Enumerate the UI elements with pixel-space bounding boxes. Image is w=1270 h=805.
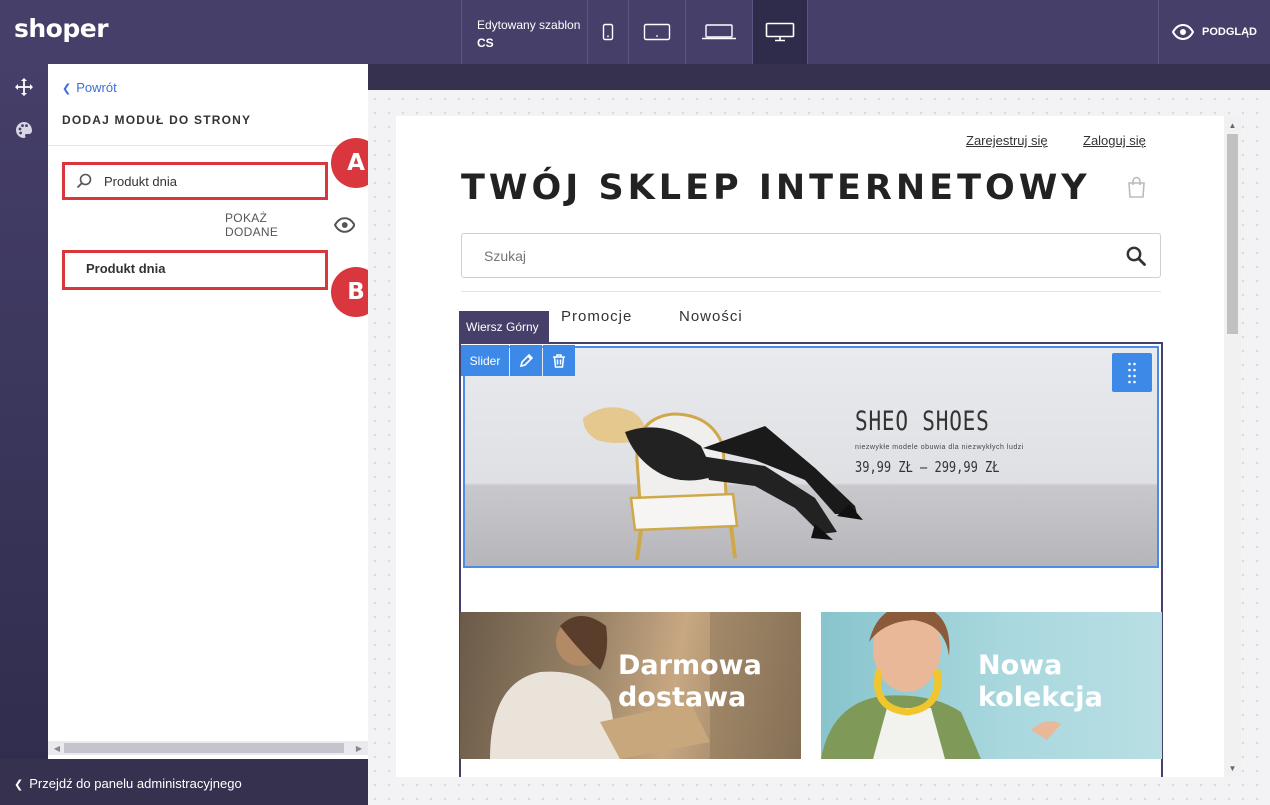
chevron-left-icon: ❮ <box>62 83 72 95</box>
banner-line-2: dostawa <box>618 682 747 713</box>
store-title: TWÓJ SKLEP INTERNETOWY <box>461 168 1091 208</box>
show-added-label: POKAŻ DODANE <box>225 211 279 239</box>
appearance-button[interactable] <box>12 118 36 142</box>
scroll-right-arrow-icon[interactable]: ▶ <box>352 741 366 755</box>
store-search-box[interactable] <box>461 233 1161 278</box>
banner-line-1: Darmowa <box>618 650 762 681</box>
shopping-bag-icon <box>1128 176 1145 198</box>
template-label: Edytowany szablon <box>477 18 581 32</box>
panel-divider <box>48 145 368 146</box>
template-name: CS <box>477 36 494 50</box>
slide-subheading: niezwykłe modele obuwia dla niezwykłych … <box>855 444 1024 451</box>
banner-new-collection[interactable]: Nowa kolekcja <box>821 612 1162 759</box>
back-label: Powrót <box>76 80 117 95</box>
goto-admin-panel-link[interactable]: ❮ Przejdź do panelu administracyjnego <box>0 759 368 805</box>
slider-module-label[interactable]: Slider <box>461 345 509 376</box>
back-link[interactable]: ❮ Powrót <box>62 80 117 95</box>
panel-title: DODAJ MODUŁ DO STRONY <box>62 113 252 127</box>
move-icon <box>15 78 33 96</box>
store-search-input[interactable] <box>484 247 1084 264</box>
scroll-left-arrow-icon[interactable]: ◀ <box>50 741 64 755</box>
pencil-icon <box>519 353 534 367</box>
search-icon <box>76 173 92 189</box>
device-mobile-button[interactable] <box>587 0 628 64</box>
device-desktop-button[interactable] <box>752 0 808 64</box>
preview-button[interactable]: PODGLĄD <box>1158 0 1270 64</box>
delete-module-button[interactable] <box>543 345 575 376</box>
trash-icon <box>553 353 565 368</box>
slide-heading: SHEO SHOES <box>855 406 990 437</box>
store-preview-frame: Zarejestruj się Zaloguj się TWÓJ SKLEP I… <box>396 116 1241 777</box>
desktop-icon <box>765 22 795 42</box>
banner-free-delivery[interactable]: Darmowa dostawa <box>460 612 801 759</box>
left-rail <box>0 64 48 805</box>
scroll-up-arrow-icon[interactable]: ▲ <box>1224 118 1241 132</box>
slider-module[interactable]: SHEO SHOES niezwykłe modele obuwia dla n… <box>463 346 1159 568</box>
scrollbar-thumb[interactable] <box>64 743 344 753</box>
move-modules-button[interactable] <box>12 75 36 99</box>
chevron-left-icon: ❮ <box>14 779 24 791</box>
device-laptop-button[interactable] <box>685 0 752 64</box>
nav-divider <box>461 291 1161 292</box>
login-link[interactable]: Zaloguj się <box>1083 133 1146 148</box>
drag-dots-icon <box>1128 362 1136 383</box>
cart-button[interactable] <box>1127 176 1146 203</box>
laptop-icon <box>702 24 736 40</box>
show-added-toggle[interactable]: POKAŻ DODANE <box>225 211 355 239</box>
add-module-panel: ❮ Powrót DODAJ MODUŁ DO STRONY POKAŻ DODA… <box>48 64 368 759</box>
eye-icon <box>333 217 355 233</box>
scroll-down-arrow-icon[interactable]: ▼ <box>1224 761 1241 775</box>
panel-horizontal-scrollbar[interactable]: ◀ ▶ <box>48 741 368 755</box>
module-search-input[interactable] <box>104 173 304 189</box>
preview-label: PODGLĄD <box>1202 26 1257 38</box>
shoper-logo[interactable]: shoper <box>14 14 109 43</box>
banner-line-1: Nowa <box>978 650 1063 681</box>
slide-price: 39,99 ZŁ – 299,99 ZŁ <box>855 458 1000 476</box>
edited-template-info: Edytowany szablon CS <box>461 0 587 64</box>
tablet-icon <box>643 23 671 41</box>
palette-icon <box>16 122 32 138</box>
module-result-item[interactable]: Produkt dnia <box>62 250 328 290</box>
scrollbar-thumb[interactable] <box>1227 134 1238 334</box>
canvas-top-band <box>368 64 1270 90</box>
mobile-icon <box>602 23 614 41</box>
slide-model-illustration <box>583 407 863 561</box>
device-tablet-button[interactable] <box>628 0 685 64</box>
drag-handle-button[interactable] <box>1112 353 1152 392</box>
eye-icon <box>1172 24 1194 40</box>
row-tag-top[interactable]: Wiersz Górny <box>459 311 549 342</box>
search-icon[interactable] <box>1126 246 1146 266</box>
app-root: shoper Edytowany szablon CS PODGLĄD ❮ Po… <box>0 0 1270 805</box>
edit-module-button[interactable] <box>510 345 542 376</box>
register-link[interactable]: Zarejestruj się <box>966 133 1048 148</box>
nav-link-promotions[interactable]: Promocje <box>561 308 632 325</box>
goto-admin-label: Przejdź do panelu administracyjnego <box>29 776 242 791</box>
top-bar: shoper Edytowany szablon CS PODGLĄD <box>0 0 1270 64</box>
nav-link-new[interactable]: Nowości <box>679 308 743 325</box>
preview-vertical-scrollbar[interactable]: ▲ ▼ <box>1224 116 1241 777</box>
module-search-box[interactable] <box>62 162 328 200</box>
banner-line-2: kolekcja <box>978 682 1103 713</box>
